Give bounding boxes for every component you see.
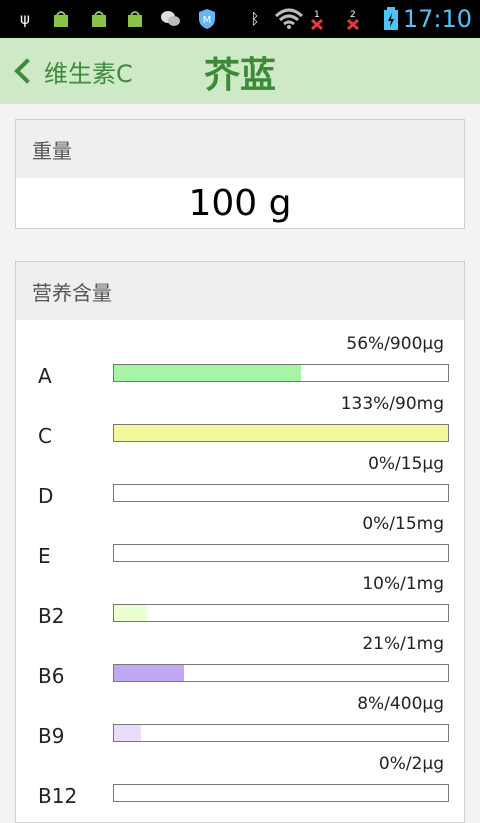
nutrient-row: 8%/400μg B9 bbox=[16, 694, 464, 754]
nutrient-percentage: 0%/15μg bbox=[368, 454, 444, 474]
nutrient-percentage: 56%/900μg bbox=[346, 334, 444, 354]
nutrient-name: B6 bbox=[38, 664, 65, 688]
nutrient-progress-bar bbox=[113, 484, 449, 502]
weight-value[interactable]: 100 g bbox=[16, 178, 464, 228]
nutrient-name: A bbox=[38, 364, 52, 388]
nutrient-percentage: 133%/90mg bbox=[340, 394, 444, 414]
page-title: 芥蓝 bbox=[203, 55, 276, 96]
nutrient-row: 133%/90mg C bbox=[16, 394, 464, 454]
nutrient-row: 0%/15μg D bbox=[16, 454, 464, 514]
store-bag-icon bbox=[88, 8, 110, 30]
nutrient-progress-fill bbox=[114, 425, 448, 441]
clock: 17:10 bbox=[402, 5, 472, 33]
nutrient-name: E bbox=[38, 544, 51, 568]
wechat-icon bbox=[160, 8, 182, 30]
nutrient-progress-bar bbox=[113, 544, 449, 562]
svg-text:M: M bbox=[203, 15, 212, 26]
nutrient-percentage: 10%/1mg bbox=[362, 574, 444, 594]
weight-card: 重量 100 g bbox=[15, 119, 465, 229]
nutrient-progress-bar bbox=[113, 724, 449, 742]
nutrient-row: 0%/15mg E bbox=[16, 514, 464, 574]
store-bag-icon bbox=[50, 8, 72, 30]
battery-charging-icon bbox=[380, 7, 402, 30]
nutrient-name: B2 bbox=[38, 604, 65, 628]
signal-no-service-icon: 2 bbox=[344, 8, 366, 30]
nutrient-row: 10%/1mg B2 bbox=[16, 574, 464, 634]
nutrition-header: 营养含量 bbox=[16, 262, 464, 320]
nutrient-progress-bar bbox=[113, 364, 449, 382]
nutrient-progress-bar bbox=[113, 424, 449, 442]
nutrient-row: 56%/900μg A bbox=[16, 334, 464, 394]
signal-no-service-icon: 1 bbox=[308, 8, 330, 30]
sim-2-label: 2 bbox=[350, 10, 356, 20]
bluetooth-icon: ᛒ bbox=[250, 10, 260, 28]
nutrient-progress-fill bbox=[114, 725, 141, 741]
nutrient-progress-fill bbox=[114, 665, 185, 681]
sim-1-label: 1 bbox=[314, 10, 320, 20]
nutrition-card: 营养含量 56%/900μg A 133%/90mg C 0%/15μg D 0%/15mg… bbox=[15, 261, 465, 823]
nutrient-percentage: 0%/2μg bbox=[378, 754, 444, 774]
nutrient-row: 21%/1mg B6 bbox=[16, 634, 464, 694]
nutrient-progress-bar bbox=[113, 664, 449, 682]
nutrient-percentage: 0%/15mg bbox=[362, 514, 444, 534]
wifi-icon bbox=[274, 8, 304, 30]
nutrient-progress-fill bbox=[114, 605, 148, 621]
nutrient-progress-bar bbox=[113, 784, 449, 802]
weight-header: 重量 bbox=[16, 120, 464, 178]
header-bar: 维生素C 芥蓝 bbox=[0, 38, 480, 104]
nutrient-name: D bbox=[38, 484, 54, 508]
nutrient-percentage: 8%/400μg bbox=[357, 694, 444, 714]
nutrient-percentage: 21%/1mg bbox=[362, 634, 444, 654]
nutrient-row: 0%/2μg B12 bbox=[16, 754, 464, 814]
store-bag-icon bbox=[124, 8, 146, 30]
nutrient-progress-bar bbox=[113, 604, 449, 622]
nutrient-name: B9 bbox=[38, 724, 65, 748]
nutrient-name: C bbox=[38, 424, 52, 448]
nutrient-progress-fill bbox=[114, 365, 302, 381]
nutrient-name: B12 bbox=[38, 784, 78, 808]
shield-icon: M bbox=[196, 8, 218, 30]
status-bar: ψ M ᛒ 1 2 17:10 bbox=[0, 0, 480, 38]
usb-icon: ψ bbox=[20, 10, 30, 28]
